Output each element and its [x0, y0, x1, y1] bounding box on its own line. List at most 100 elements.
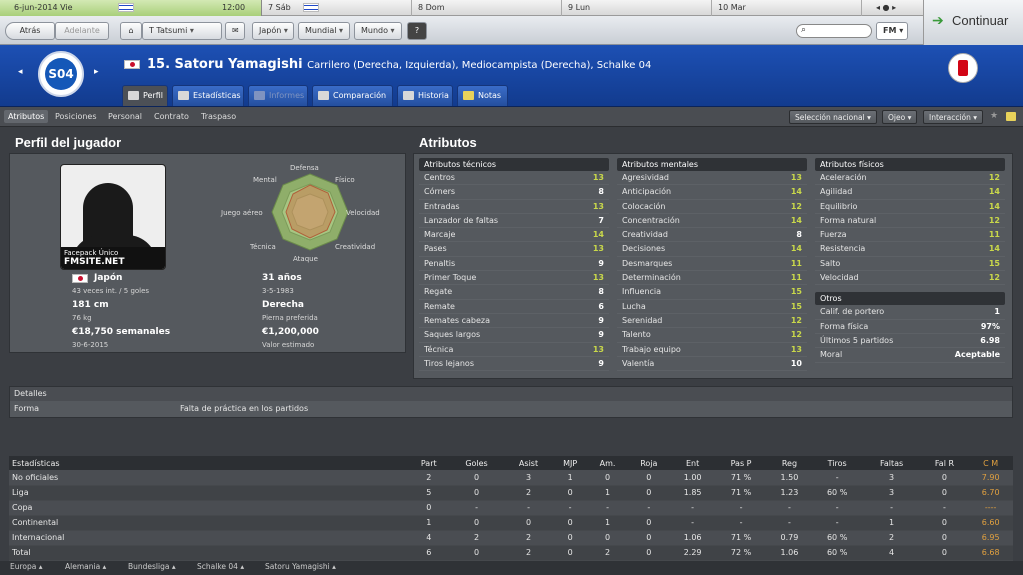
nationality[interactable]: Japón — [94, 273, 122, 283]
attribute-row[interactable]: Agilidad 14 — [815, 185, 1005, 200]
stats-column-header[interactable]: Ent — [670, 456, 715, 470]
fm-menu-button[interactable]: FM ▾ — [876, 22, 908, 40]
help-button[interactable]: ? — [407, 22, 427, 40]
national-team-dropdown[interactable]: Selección nacional — [789, 110, 877, 124]
attribute-row[interactable]: Primer Toque 13 — [419, 271, 609, 286]
star-icon[interactable]: ★ — [990, 111, 998, 121]
prev-player-icon[interactable]: ◂ — [18, 67, 23, 77]
breadcrumb-item[interactable]: Alemania ▴ — [65, 562, 106, 571]
calendar-day-4[interactable]: 10 Mar — [712, 0, 862, 16]
subnav-personal[interactable]: Personal — [104, 110, 146, 123]
stats-row[interactable]: Liga 5 0 2 0 1 0 1.85 71 % 1.23 60 % 3 0 6.70 — [9, 485, 1013, 501]
tab-comparacion[interactable]: Comparación — [312, 85, 393, 106]
tab-estadisticas[interactable]: Estadísticas — [172, 85, 244, 106]
attribute-row[interactable]: Talento 12 — [617, 328, 807, 343]
forward-button[interactable]: Adelante — [55, 22, 109, 40]
attribute-row[interactable]: Concentración 14 — [617, 214, 807, 229]
attribute-row[interactable]: Penaltis 9 — [419, 257, 609, 272]
attribute-row[interactable]: Forma física 97% — [815, 320, 1005, 334]
attribute-row[interactable]: Equilibrio 14 — [815, 200, 1005, 214]
stats-column-header[interactable]: Asist — [504, 456, 553, 470]
calendar-day-3[interactable]: 9 Lun — [562, 0, 712, 16]
calendar-day-2[interactable]: 8 Dom — [412, 0, 562, 16]
attribute-row[interactable]: Decisiones 14 — [617, 242, 807, 257]
note-icon[interactable] — [1006, 112, 1016, 121]
breadcrumb-item[interactable]: Satoru Yamagishi ▴ — [265, 562, 336, 571]
stats-column-header[interactable]: Fal R — [920, 456, 969, 470]
attribute-row[interactable]: Valentía 10 — [617, 357, 807, 372]
stats-row[interactable]: Copa 0- - - - - - - - - - - ---- — [9, 500, 1013, 516]
stats-column-header[interactable]: Roja — [627, 456, 671, 470]
attribute-row[interactable]: Aceleración 12 — [815, 171, 1005, 186]
attribute-row[interactable]: Saques largos 9 — [419, 328, 609, 343]
stats-column-header[interactable]: Am. — [587, 456, 628, 470]
inbox-icon[interactable]: ✉ — [225, 22, 245, 40]
attribute-row[interactable]: Últimos 5 partidos 6.98 — [815, 334, 1005, 349]
attribute-row[interactable]: Forma natural 12 — [815, 214, 1005, 229]
tab-perfil[interactable]: Perfil — [122, 85, 168, 106]
attribute-row[interactable]: Córners 8 — [419, 185, 609, 200]
attribute-row[interactable]: Influencia 15 — [617, 285, 807, 300]
attribute-row[interactable]: Marcaje 14 — [419, 228, 609, 243]
stats-column-header[interactable]: Tiros — [811, 456, 863, 470]
subnav-contrato[interactable]: Contrato — [150, 110, 193, 123]
attribute-row[interactable]: Agresividad 13 — [617, 171, 807, 186]
attribute-row[interactable]: Lanzador de faltas 7 — [419, 214, 609, 229]
home-icon[interactable]: ⌂ — [120, 22, 142, 40]
attribute-row[interactable]: Colocación 12 — [617, 200, 807, 214]
stats-column-header[interactable]: Goles — [448, 456, 505, 470]
world-dropdown[interactable]: Mundial — [298, 22, 350, 40]
stats-row[interactable]: No oficiales 2 0 3 1 0 0 1.00 71 % 1.50-3 0 7.90 — [9, 470, 1013, 486]
stats-column-header[interactable]: Pas P — [714, 456, 768, 470]
attribute-row[interactable]: Creatividad 8 — [617, 228, 807, 243]
attribute-row[interactable]: Remate 6 — [419, 300, 609, 314]
attribute-row[interactable]: Moral Aceptable — [815, 348, 1005, 363]
attribute-row[interactable]: Anticipación 14 — [617, 185, 807, 200]
attribute-row[interactable]: Calif. de portero 1 — [815, 305, 1005, 320]
attribute-row[interactable]: Resistencia 14 — [815, 242, 1005, 257]
breadcrumb-item[interactable]: Bundesliga ▴ — [128, 562, 176, 571]
stats-column-header[interactable]: MJP — [552, 456, 588, 470]
stats-column-header[interactable]: Estadísticas — [9, 456, 409, 470]
breadcrumb-item[interactable]: Europa ▴ — [10, 562, 43, 571]
attribute-row[interactable]: Desmarques 11 — [617, 257, 807, 272]
subnav-posiciones[interactable]: Posiciones — [51, 110, 101, 123]
back-button[interactable]: Atrás — [5, 22, 55, 40]
attribute-row[interactable]: Lucha 15 — [617, 300, 807, 314]
manager-dropdown[interactable]: T Tatsumi — [142, 22, 222, 40]
stats-column-header[interactable]: C M — [968, 456, 1013, 470]
stats-column-header[interactable]: Reg — [767, 456, 812, 470]
attribute-row[interactable]: Regate 8 — [419, 285, 609, 300]
stats-row[interactable]: Internacional 4 2 2 0 0 0 1.06 71 % 0.79 60 % 2 0 6.9… — [9, 530, 1013, 546]
attribute-row[interactable]: Trabajo equipo 13 — [617, 343, 807, 357]
attribute-row[interactable]: Pases 13 — [419, 242, 609, 257]
search-input[interactable]: ⌕ — [796, 24, 872, 38]
tab-historia[interactable]: Historia — [397, 85, 453, 106]
attribute-row[interactable]: Salto 15 — [815, 257, 1005, 272]
next-player-icon[interactable]: ▸ — [94, 67, 99, 77]
stats-row[interactable]: Total 6 0 2 0 2 0 2.29 72 % 1.06 60 % 4 0 6.68 — [9, 545, 1013, 561]
subnav-atributos[interactable]: Atributos — [4, 110, 49, 123]
breadcrumb-item[interactable]: Schalke 04 ▴ — [197, 562, 244, 571]
attribute-row[interactable]: Tiros lejanos 9 — [419, 357, 609, 372]
calendar-current-day[interactable]: 6-jun-2014 Vie 12:00 — [0, 0, 262, 16]
continue-button[interactable]: ➔ Continuar — [923, 0, 1023, 45]
calendar-day-1[interactable]: 7 Sáb — [262, 0, 412, 16]
stats-row[interactable]: Continental 1 0 0 0 1 0- - - -1 0 6.60 — [9, 515, 1013, 531]
scout-dropdown[interactable]: Ojeo — [882, 110, 918, 124]
nation-dropdown[interactable]: Japón — [252, 22, 294, 40]
attribute-row[interactable]: Técnica 13 — [419, 343, 609, 357]
world2-dropdown[interactable]: Mundo — [354, 22, 402, 40]
attribute-row[interactable]: Fuerza 11 — [815, 228, 1005, 243]
calendar-nav[interactable]: ◂ ● ▸ — [876, 3, 896, 12]
interaction-dropdown[interactable]: Interacción — [923, 110, 984, 124]
stats-column-header[interactable]: Part — [409, 456, 449, 470]
stats-column-header[interactable]: Faltas — [862, 456, 921, 470]
subnav-traspaso[interactable]: Traspaso — [197, 110, 240, 123]
attribute-row[interactable]: Determinación 11 — [617, 271, 807, 286]
attribute-row[interactable]: Velocidad 12 — [815, 271, 1005, 286]
tab-notas[interactable]: Notas — [457, 85, 508, 106]
attribute-row[interactable]: Serenidad 12 — [617, 314, 807, 329]
tab-informes[interactable]: Informes — [248, 85, 308, 106]
attribute-row[interactable]: Centros 13 — [419, 171, 609, 186]
